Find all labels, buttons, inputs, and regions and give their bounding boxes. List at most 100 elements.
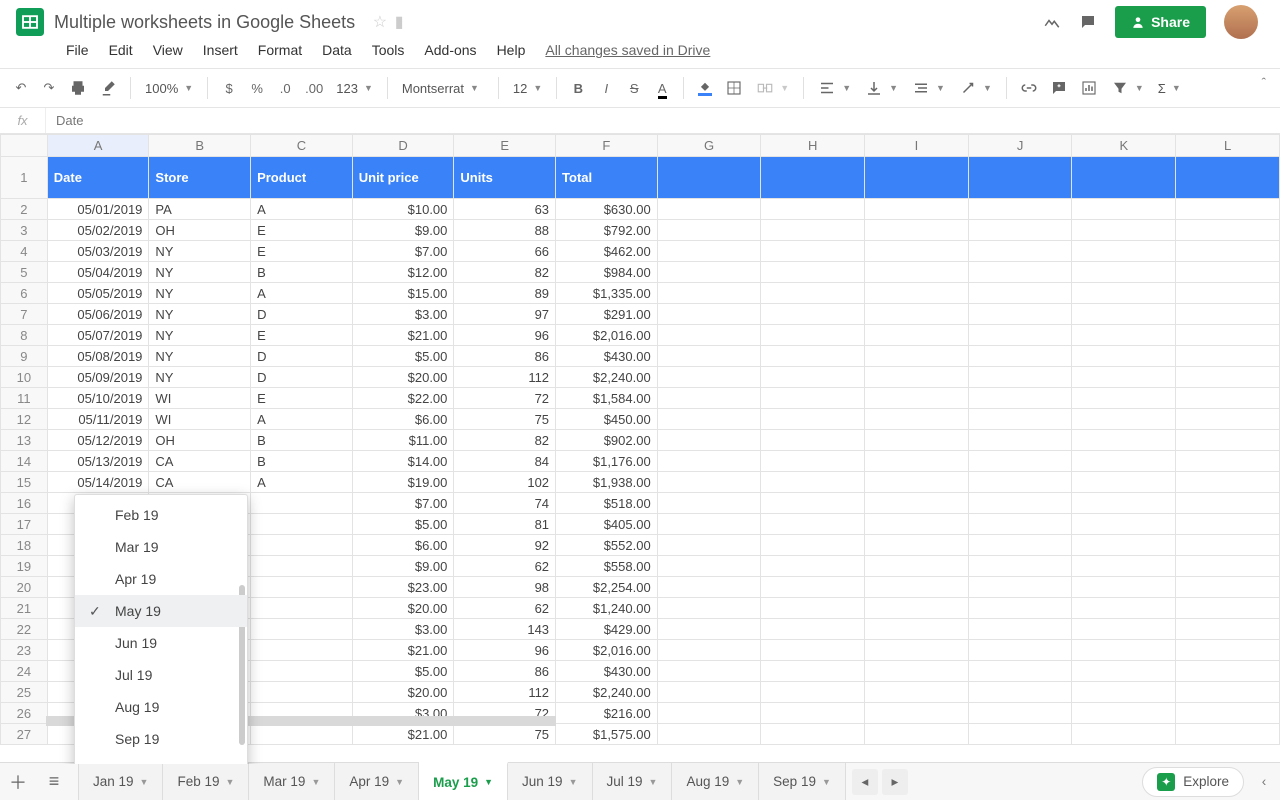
font-size-dropdown[interactable]: 12▼	[509, 81, 546, 96]
insert-comment-button[interactable]	[1047, 75, 1071, 101]
explore-button[interactable]: ✦ Explore	[1142, 767, 1244, 797]
cell[interactable]: 72	[454, 388, 556, 409]
cell[interactable]	[1176, 199, 1280, 220]
cell[interactable]	[761, 283, 865, 304]
cell[interactable]: NY	[149, 304, 251, 325]
sheet-tab-menu-icon[interactable]: ▼	[822, 777, 831, 787]
cell[interactable]: OH	[149, 430, 251, 451]
menu-insert[interactable]: Insert	[193, 38, 248, 62]
cell[interactable]: 62	[454, 598, 556, 619]
format-currency-button[interactable]: $	[218, 75, 240, 101]
sheet-tab[interactable]: Apr 19▼	[335, 763, 419, 800]
cell[interactable]: 05/02/2019	[47, 220, 149, 241]
print-button[interactable]	[66, 75, 90, 101]
cell[interactable]	[865, 514, 969, 535]
document-title[interactable]: Multiple worksheets in Google Sheets	[54, 12, 355, 33]
row-header[interactable]: 23	[1, 640, 48, 661]
cell[interactable]	[761, 430, 865, 451]
cell[interactable]	[1176, 724, 1280, 745]
header-unit-price[interactable]: Unit price	[352, 157, 454, 199]
cell[interactable]	[1072, 367, 1176, 388]
menu-edit[interactable]: Edit	[99, 38, 143, 62]
cell[interactable]	[865, 451, 969, 472]
account-avatar[interactable]	[1224, 5, 1258, 39]
cell[interactable]: 05/14/2019	[47, 472, 149, 493]
paint-format-button[interactable]	[96, 75, 120, 101]
cell[interactable]: NY	[149, 241, 251, 262]
cell[interactable]: 05/06/2019	[47, 304, 149, 325]
cell[interactable]: $1,575.00	[556, 724, 658, 745]
cell[interactable]	[865, 472, 969, 493]
cell[interactable]: 05/08/2019	[47, 346, 149, 367]
cell[interactable]	[968, 724, 1072, 745]
cell[interactable]	[968, 535, 1072, 556]
cell[interactable]: $2,240.00	[556, 682, 658, 703]
cell[interactable]	[865, 430, 969, 451]
cell[interactable]	[865, 220, 969, 241]
cell[interactable]	[968, 556, 1072, 577]
cell[interactable]	[968, 304, 1072, 325]
cell[interactable]	[761, 262, 865, 283]
cell[interactable]	[251, 640, 353, 661]
bold-button[interactable]: B	[567, 75, 589, 101]
cell[interactable]	[761, 724, 865, 745]
cell[interactable]	[865, 283, 969, 304]
cell[interactable]: $11.00	[352, 430, 454, 451]
cell[interactable]	[968, 703, 1072, 724]
cell[interactable]	[657, 535, 761, 556]
cell[interactable]: 102	[454, 472, 556, 493]
cell[interactable]: 81	[454, 514, 556, 535]
cell[interactable]: $5.00	[352, 514, 454, 535]
cell[interactable]: 05/09/2019	[47, 367, 149, 388]
cell[interactable]: NY	[149, 367, 251, 388]
collapse-toolbar-button[interactable]: ˆ	[1262, 75, 1266, 90]
borders-button[interactable]	[722, 75, 746, 101]
redo-button[interactable]: ↷	[38, 75, 60, 101]
cell[interactable]	[761, 619, 865, 640]
cell[interactable]: $902.00	[556, 430, 658, 451]
cell[interactable]	[657, 199, 761, 220]
cell[interactable]: WI	[149, 409, 251, 430]
cell[interactable]	[865, 493, 969, 514]
cell[interactable]	[865, 241, 969, 262]
cell[interactable]	[657, 409, 761, 430]
cell[interactable]	[1072, 451, 1176, 472]
italic-button[interactable]: I	[595, 75, 617, 101]
cell[interactable]: 143	[454, 619, 556, 640]
cell[interactable]	[865, 325, 969, 346]
cell[interactable]: $291.00	[556, 304, 658, 325]
row-header[interactable]: 27	[1, 724, 48, 745]
sheet-tab-menu-icon[interactable]: ▼	[140, 777, 149, 787]
cell[interactable]	[968, 367, 1072, 388]
row-header[interactable]: 11	[1, 388, 48, 409]
cell[interactable]	[865, 598, 969, 619]
cell[interactable]	[865, 640, 969, 661]
strikethrough-button[interactable]: S	[623, 75, 645, 101]
cell[interactable]	[1072, 199, 1176, 220]
cell[interactable]	[865, 703, 969, 724]
cell[interactable]	[761, 598, 865, 619]
cell[interactable]	[865, 262, 969, 283]
cell[interactable]: NY	[149, 325, 251, 346]
cell[interactable]	[968, 409, 1072, 430]
formula-bar[interactable]: Date	[46, 113, 83, 128]
cell[interactable]: PA	[149, 199, 251, 220]
cell[interactable]	[657, 661, 761, 682]
sheet-tab[interactable]: May 19▼	[419, 762, 508, 800]
cell[interactable]	[657, 451, 761, 472]
cell[interactable]: $984.00	[556, 262, 658, 283]
header-store[interactable]: Store	[149, 157, 251, 199]
cell[interactable]	[865, 577, 969, 598]
cell[interactable]: $216.00	[556, 703, 658, 724]
text-color-button[interactable]: A	[651, 75, 673, 101]
cell[interactable]	[761, 556, 865, 577]
sheet-list-item[interactable]: Mar 19	[75, 531, 247, 563]
cell[interactable]	[968, 493, 1072, 514]
cell[interactable]: 98	[454, 577, 556, 598]
insert-chart-button[interactable]	[1077, 75, 1101, 101]
cell[interactable]	[251, 682, 353, 703]
cell[interactable]: $20.00	[352, 367, 454, 388]
cell[interactable]: $405.00	[556, 514, 658, 535]
row-header[interactable]: 25	[1, 682, 48, 703]
cell[interactable]	[865, 409, 969, 430]
